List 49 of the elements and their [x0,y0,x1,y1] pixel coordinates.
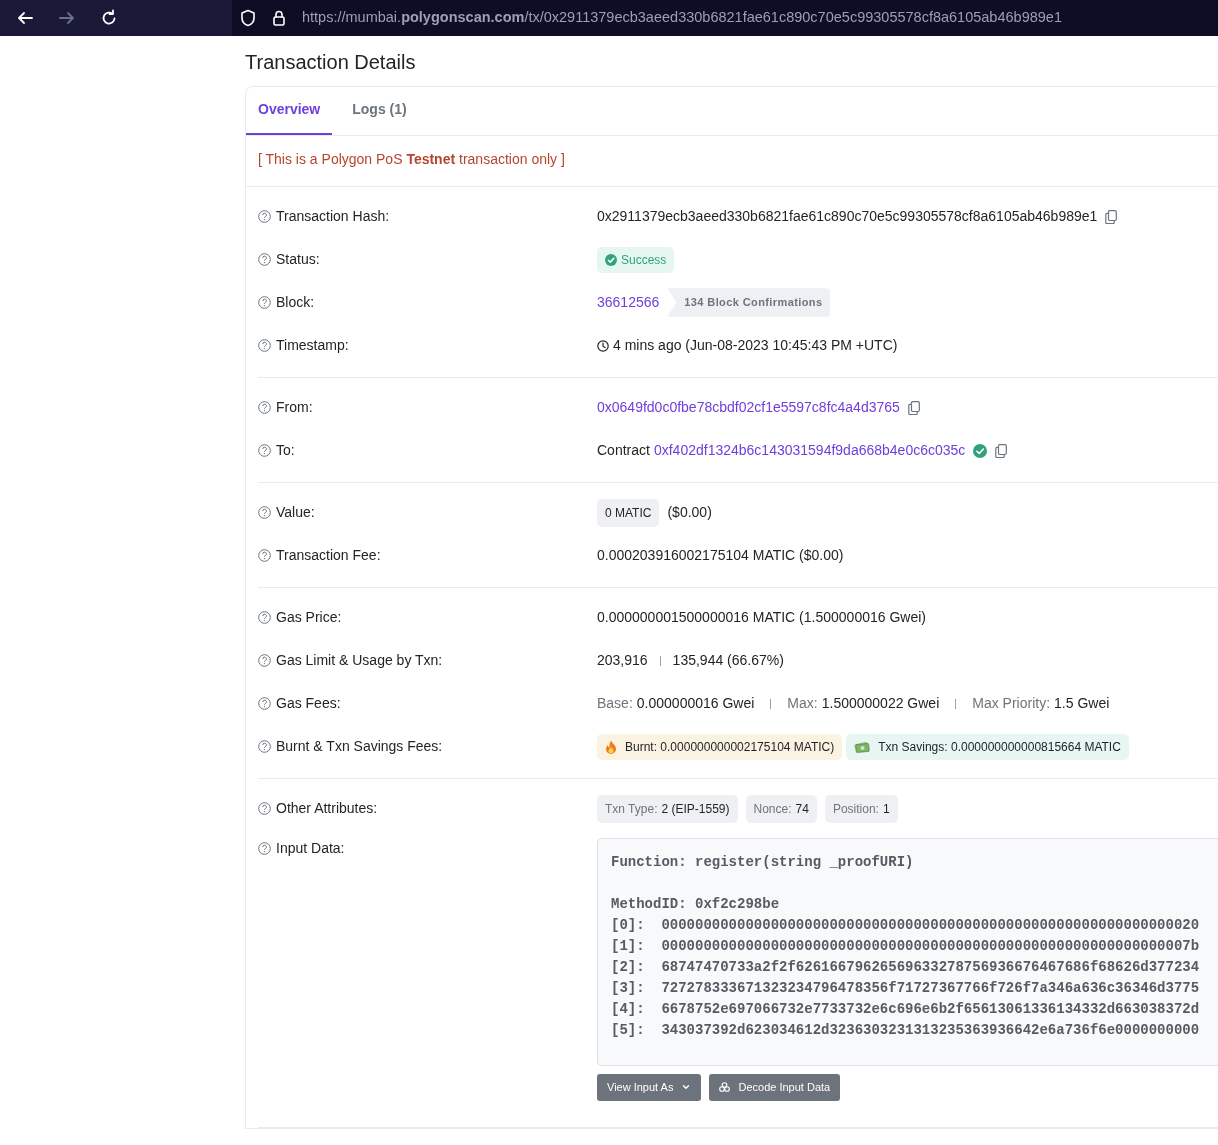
fee-tag-text: Txn Savings: 0.000000000000815664 MATIC [878,738,1121,756]
field-label: Gas Fees: [276,694,341,713]
field-value: 0.000203916002175104 MATIC ($0.00) [597,546,844,565]
tab[interactable]: Logs (1) [340,87,419,135]
attribute-value: 2 (EIP-1559) [661,800,730,818]
gas-value: 135,944 (66.67%) [672,651,784,670]
attribute-value: 74 [795,800,809,818]
timestamp: 4 mins ago (Jun-08-2023 10:45:43 PM +UTC) [613,336,898,355]
field-label: Value: [276,503,315,522]
testnet-notice: [ This is a Polygon PoS Testnet transaction only ] [258,151,565,167]
confirmations-badge: 134 Block Confirmations [667,288,831,317]
field-label: Timestamp: [276,336,349,355]
tab[interactable]: Overview [246,87,333,135]
transaction-hash: 0x2911379ecb3aeed330b6821fae61c890c70e5c99305578cf8a6105ab46b989e1 [597,207,1098,226]
field-label: Status: [276,250,320,269]
block-link[interactable]: 36612566 [597,292,660,313]
fee-value: 1.5 Gwei [1054,694,1110,713]
gas-value: 203,916 [597,651,648,670]
fee-value: 1.500000022 Gwei [821,694,940,713]
field-label: Transaction Fee: [276,546,381,565]
address-link[interactable]: 0x0649fd0c0fbe78cbdf02cf1e5597c8fc4a4d3765 [597,397,900,418]
field-label: Gas Limit & Usage by Txn: [276,651,443,670]
amount-badge: 0 MATIC [597,498,660,527]
fee-label: Base: [597,694,633,713]
input-data-box: Function: register(string _proofURI) MethodID: 0xf2c298be [0]: 0000000000000000000000000000000000000000000000000000000000000020 [1]: 000000000000000000000000000000000000000000000000000000000000007b [2]: 68747470733a2f2f62616679626569633278756936676467686f68626d377234 [3]: 727278333671323234796478356f71727367766f726f7a346a636c36346d3775 [4]: 6678752e697066732e7733732e6c696e6b2f65613061336134332d663038372d [5]: 343037392d623034612d3236303231313235363936642e6a736f6e0000000000 [597,838,1218,1066]
field-label: Other Attributes: [276,799,378,818]
decode-button[interactable]: Decode Input Data [709,1074,841,1101]
fee-label: Max Priority: [972,694,1051,713]
field-label: Burnt & Txn Savings Fees: [276,737,443,756]
field-label: Gas Price: [276,608,342,627]
page-title: Transaction Details [245,50,417,74]
field-label: Input Data: [276,839,345,858]
status-badge: Success [597,246,675,273]
fee-label: Max: [787,694,818,713]
view-input-button[interactable]: View Input As [597,1074,702,1101]
usd-value: ($0.00) [667,503,712,522]
field-label: To: [276,441,295,460]
field-label: From: [276,398,313,417]
fee-tag-text: Burnt: 0.000000000002175104 MATIC) [625,738,835,756]
attribute-label: Nonce: [753,800,792,818]
field-label: Transaction Hash: [276,207,390,226]
fee-value: 0.000000016 Gwei [636,694,755,713]
attribute-label: Txn Type: [605,800,658,818]
field-value: 0.000000001500000016 MATIC (1.500000016 Gwei) [597,608,926,627]
field-label: Block: [276,293,315,312]
attribute-value: 1 [882,800,890,818]
address-link[interactable]: 0xf402df1324b6c143031594f9da668b4e0c6c035c [653,440,966,461]
attribute-label: Position: [832,800,879,818]
contract-label: Contract [597,441,650,460]
